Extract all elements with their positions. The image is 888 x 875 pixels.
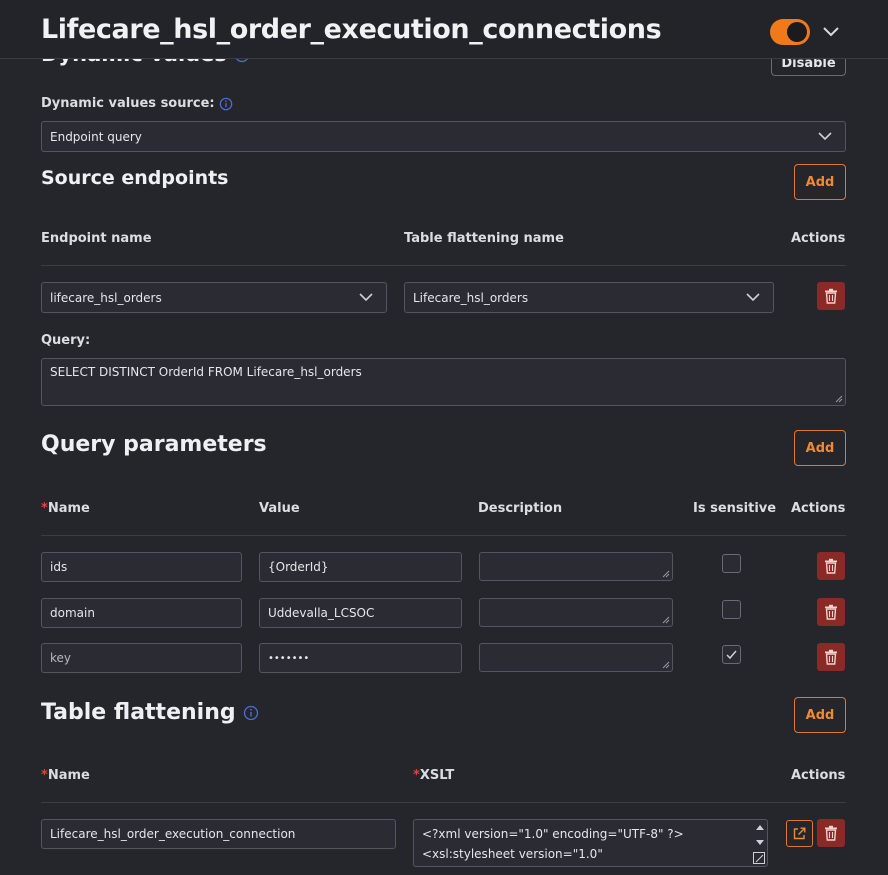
resize-handle-icon[interactable] (662, 616, 670, 624)
required-mark: * (413, 768, 420, 783)
column-header-xslt: *XSLT (413, 768, 454, 783)
param-sensitive-checkbox[interactable] (722, 600, 741, 619)
trash-icon (825, 558, 837, 574)
delete-parameter-button[interactable] (817, 643, 845, 671)
column-header-actions: Actions (791, 231, 846, 246)
source-endpoints-title: Source endpoints (41, 167, 229, 189)
add-query-parameter-button[interactable]: Add (794, 430, 846, 466)
chevron-down-icon (818, 132, 832, 141)
resize-handle-icon[interactable] (662, 570, 670, 578)
toggle-knob (787, 22, 807, 42)
dynamic-values-source-label-text: Dynamic values source: (41, 96, 215, 111)
column-header-name: *Name (41, 501, 90, 516)
dynamic-values-source-value: Endpoint query (50, 129, 142, 144)
delete-parameter-button[interactable] (817, 598, 845, 626)
param-description-textarea[interactable] (479, 598, 673, 627)
param-value-input[interactable]: ••••••• (259, 643, 462, 673)
flattening-name-input[interactable]: Lifecare_hsl_order_execution_connection (41, 819, 396, 849)
column-header-is-sensitive: Is sensitive (693, 501, 777, 516)
param-value-input[interactable]: Uddevalla_LCSOC (259, 598, 462, 628)
resize-handle-icon[interactable] (662, 661, 670, 669)
trash-icon (825, 604, 837, 620)
add-table-flattening-button[interactable]: Add (794, 697, 846, 733)
param-name-input[interactable]: ids (41, 552, 242, 582)
trash-icon (825, 825, 837, 841)
column-header-xslt-text: XSLT (419, 768, 455, 783)
param-sensitive-checkbox[interactable] (722, 554, 741, 573)
open-xslt-editor-button[interactable] (786, 820, 813, 847)
required-mark: * (41, 768, 48, 783)
param-name-input[interactable]: key (41, 643, 242, 673)
dynamic-values-source-label: Dynamic values source: (41, 96, 233, 111)
divider (41, 535, 846, 536)
dynamic-values-source-select[interactable]: Endpoint query (41, 121, 846, 152)
trash-icon (825, 288, 837, 304)
page-title: Lifecare_hsl_order_execution_connections (41, 14, 662, 45)
delete-flattening-button[interactable] (817, 819, 845, 847)
param-description-textarea[interactable] (479, 552, 673, 581)
endpoint-name-value: lifecare_hsl_orders (50, 290, 162, 305)
endpoint-name-select[interactable]: lifecare_hsl_orders (41, 282, 387, 313)
external-link-icon (793, 827, 806, 840)
table-flattening-title: Table flattening (41, 700, 259, 725)
info-icon[interactable] (243, 705, 259, 721)
info-icon[interactable] (219, 97, 233, 111)
column-header-name-text: Name (47, 768, 90, 783)
table-flattening-name-value: Lifecare_hsl_orders (413, 290, 529, 305)
column-header-endpoint-name: Endpoint name (41, 231, 152, 246)
table-flattening-title-text: Table flattening (41, 700, 236, 725)
divider (41, 265, 846, 266)
column-header-value: Value (259, 501, 300, 516)
column-header-actions: Actions (791, 501, 846, 516)
xslt-textarea[interactable]: <?xml version="1.0" encoding="UTF-8" ?> … (413, 819, 768, 867)
column-header-table-flattening-name: Table flattening name (404, 231, 564, 246)
chevron-down-icon[interactable] (822, 26, 840, 38)
query-textarea[interactable]: SELECT DISTINCT OrderId FROM Lifecare_hs… (41, 358, 846, 406)
resize-handle-icon[interactable] (835, 395, 843, 403)
column-header-name-text: Name (47, 501, 90, 516)
query-value: SELECT DISTINCT OrderId FROM Lifecare_hs… (50, 365, 362, 379)
chevron-down-icon (746, 293, 760, 302)
check-icon (726, 650, 737, 660)
param-name-input[interactable]: domain (41, 598, 242, 628)
query-parameters-title: Query parameters (41, 432, 267, 457)
xslt-line: <?xml version="1.0" encoding="UTF-8" ?> (422, 827, 684, 841)
param-description-textarea[interactable] (479, 643, 673, 672)
required-mark: * (41, 501, 48, 516)
column-header-description: Description (478, 501, 563, 516)
chevron-down-icon (359, 293, 373, 302)
xslt-line: <xsl:stylesheet version="1.0" (422, 847, 603, 861)
query-label: Query: (41, 333, 91, 348)
column-header-name: *Name (41, 768, 90, 783)
delete-endpoint-button[interactable] (817, 282, 845, 310)
page-header: Lifecare_hsl_order_execution_connections (0, 0, 888, 59)
param-sensitive-checkbox[interactable] (722, 645, 741, 664)
enable-toggle[interactable] (770, 19, 810, 45)
scrollbar-arrows-icon[interactable] (755, 823, 765, 847)
trash-icon (825, 649, 837, 665)
table-flattening-name-select[interactable]: Lifecare_hsl_orders (404, 282, 774, 313)
resize-handle-icon[interactable] (753, 852, 765, 864)
add-source-endpoint-button[interactable]: Add (794, 164, 846, 200)
delete-parameter-button[interactable] (817, 552, 845, 580)
param-value-input[interactable]: {OrderId} (259, 552, 462, 582)
divider (41, 802, 846, 803)
column-header-actions: Actions (791, 768, 846, 783)
